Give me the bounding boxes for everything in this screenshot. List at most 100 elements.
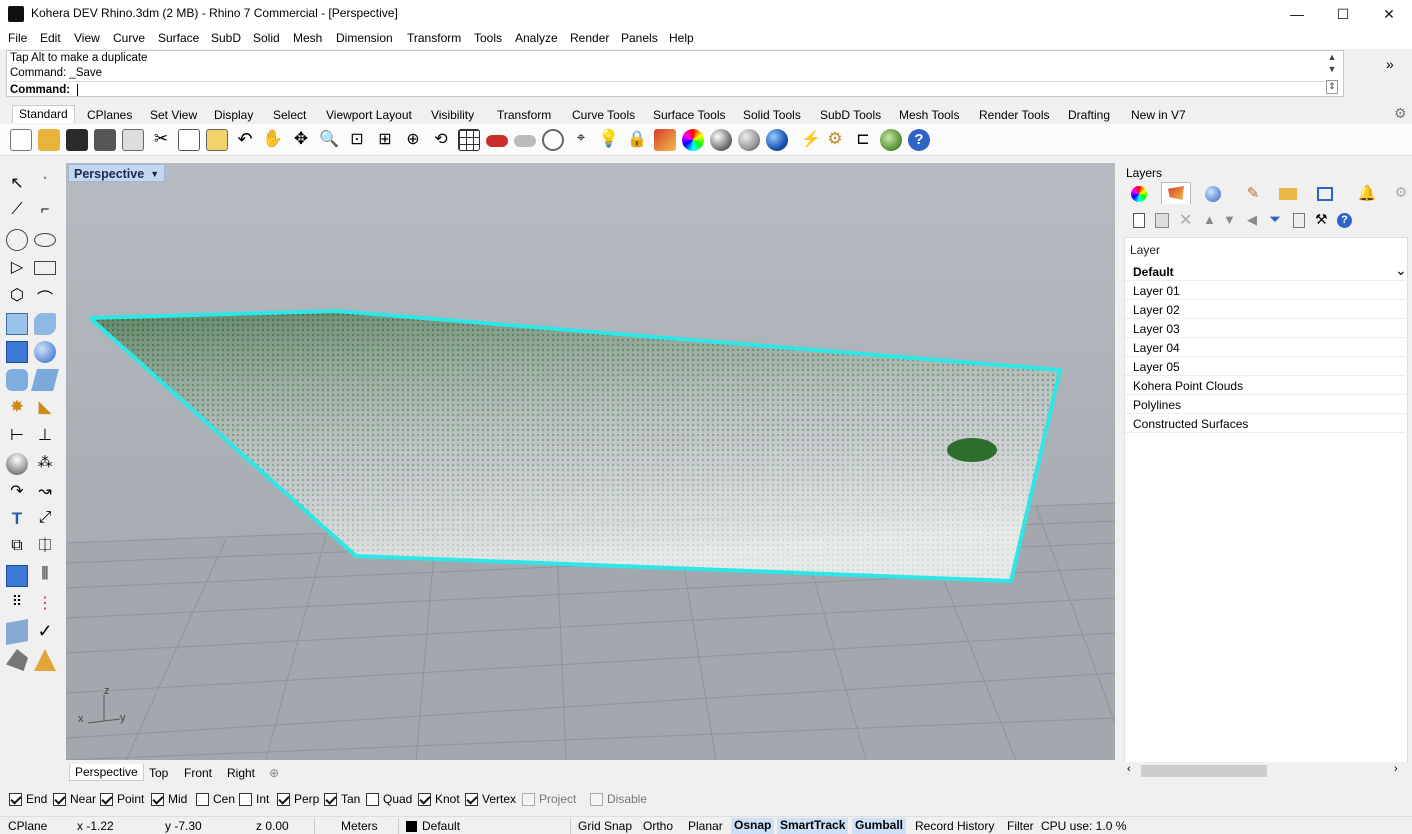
command-history[interactable]: Tap Alt to make a duplicate Command: _Sa… [6,50,1344,97]
tab-cplanes[interactable]: CPlanes [87,108,132,122]
osnap-mid[interactable]: Mid [151,792,187,806]
dimension-icon[interactable]: ⊏ [852,129,874,151]
copy-icon[interactable] [178,129,200,151]
scroll-updown-icon[interactable]: ⇕ [1326,80,1338,94]
layers-help-icon[interactable]: ? [1337,213,1352,228]
menu-render[interactable]: Render [570,31,609,45]
tools-hammer-icon[interactable]: ⚒ [1315,211,1328,228]
rebuild-icon[interactable]: ↷ [6,481,28,503]
curve-icon[interactable]: ⌐ [34,201,56,223]
cylinder-icon[interactable] [6,369,28,391]
layer-row[interactable]: Layer 02 [1125,300,1409,319]
render-tab-icon[interactable] [1205,186,1221,202]
osnap-point[interactable]: Point [100,792,144,806]
open-file-icon[interactable] [38,129,60,151]
trim-icon[interactable]: ⊢ [6,425,28,447]
box-icon[interactable] [6,341,28,363]
settings-gear-icon[interactable]: ⚙ [1394,105,1407,122]
maximize-button[interactable]: ☐ [1320,0,1366,28]
add-viewport-icon[interactable]: ⊕ [269,766,279,780]
layers-horizontal-scrollbar[interactable]: ‹ › [1123,762,1408,779]
print-icon[interactable] [94,129,116,151]
expand-panels-icon[interactable]: » [1386,56,1394,72]
status-filter[interactable]: Filter [1007,819,1034,833]
ellipse-icon[interactable] [34,233,56,247]
status-cplane[interactable]: CPlane [8,819,47,833]
checkbox[interactable] [590,792,603,806]
status-grid-snap[interactable]: Grid Snap [578,819,632,833]
layer-state-icon[interactable] [1293,213,1305,228]
layer-row[interactable]: Constructed Surfaces [1125,414,1409,433]
scroll-left-icon[interactable]: ‹ [1127,763,1131,775]
status-smarttrack[interactable]: SmartTrack [777,818,849,834]
status-osnap[interactable]: Osnap [731,818,775,834]
snap-icon[interactable]: ⌖ [570,129,592,151]
checkbox[interactable] [196,792,209,806]
tab-solid-tools[interactable]: Solid Tools [743,108,801,122]
array-linear-icon[interactable]: ⋮ [34,593,56,615]
checkbox[interactable] [324,792,337,806]
properties-tab-icon[interactable] [1131,186,1147,202]
render-tools-icon[interactable] [34,649,56,671]
checkbox[interactable] [366,792,379,806]
osnap-quad[interactable]: Quad [366,792,412,806]
osnap-int[interactable]: Int [239,792,269,806]
status-units[interactable]: Meters [341,819,378,833]
menu-transform[interactable]: Transform [407,31,461,45]
checkbox[interactable] [418,792,431,806]
fillet-icon[interactable]: ◣ [34,397,56,419]
menu-file[interactable]: File [8,31,27,45]
checkbox[interactable] [239,792,252,806]
lock-icon[interactable]: 🔒 [626,129,648,151]
layer-row[interactable]: Layer 05 [1125,357,1409,376]
tab-set-view[interactable]: Set View [150,108,197,122]
tab-select[interactable]: Select [273,108,306,122]
library-tab-icon[interactable] [1279,188,1297,200]
rendered-sphere-icon[interactable] [738,129,760,151]
hatch-icon[interactable]: ⫼ [34,565,56,587]
tab-transform[interactable]: Transform [497,108,551,122]
tab-curve-tools[interactable]: Curve Tools [572,108,635,122]
tab-viewport-layout[interactable]: Viewport Layout [326,108,412,122]
panel-options-gear-icon[interactable]: ⚙ [1391,184,1411,204]
checkbox[interactable] [100,792,113,806]
layers-tab-icon[interactable] [1161,182,1191,204]
loft-icon[interactable] [34,313,56,335]
layer-color-icon[interactable] [654,129,676,151]
tab-right[interactable]: Right [227,766,255,780]
circle-select-icon[interactable] [542,129,564,151]
checkbox[interactable] [522,792,535,806]
four-viewports-icon[interactable] [458,129,480,151]
explode-icon[interactable]: ✸ [6,397,28,419]
viewport-title[interactable]: Perspective ▼ [68,164,166,182]
block-icon[interactable] [6,565,28,587]
notifications-bell-icon[interactable]: 🔔 [1357,184,1377,204]
options-gear-icon[interactable]: ⚙ [824,129,846,151]
circle-icon[interactable] [6,229,28,251]
menu-tools[interactable]: Tools [474,31,502,45]
layer-row-default[interactable]: Default ⌄ [1125,262,1409,281]
osnap-near[interactable]: Near [53,792,96,806]
osnap-knot[interactable]: Knot [418,792,460,806]
layer-row[interactable]: Kohera Point Clouds [1125,376,1409,395]
zoom-selected-icon[interactable]: ⊕ [402,129,424,151]
tab-render-tools[interactable]: Render Tools [979,108,1050,122]
menu-panels[interactable]: Panels [621,31,658,45]
command-input[interactable] [77,83,79,96]
osnap-vertex[interactable]: Vertex [465,792,516,806]
sphere-icon[interactable] [34,341,56,363]
check-icon[interactable]: ✓ [34,621,56,643]
status-layer[interactable]: Default [422,819,460,833]
boolean-split-icon[interactable]: ⁂ [34,453,56,475]
checkbox[interactable] [277,792,290,806]
checkbox[interactable] [9,792,22,806]
move-up-icon[interactable]: ▲ [1203,212,1216,227]
shaded-sphere-icon[interactable] [710,129,732,151]
menu-subd[interactable]: SubD [211,31,241,45]
tab-perspective[interactable]: Perspective [69,764,144,781]
close-button[interactable]: ✕ [1366,0,1412,28]
tab-front[interactable]: Front [184,766,212,780]
scroll-thumb[interactable] [1141,765,1267,777]
checkbox[interactable] [53,792,66,806]
hide-icon[interactable] [514,135,536,147]
